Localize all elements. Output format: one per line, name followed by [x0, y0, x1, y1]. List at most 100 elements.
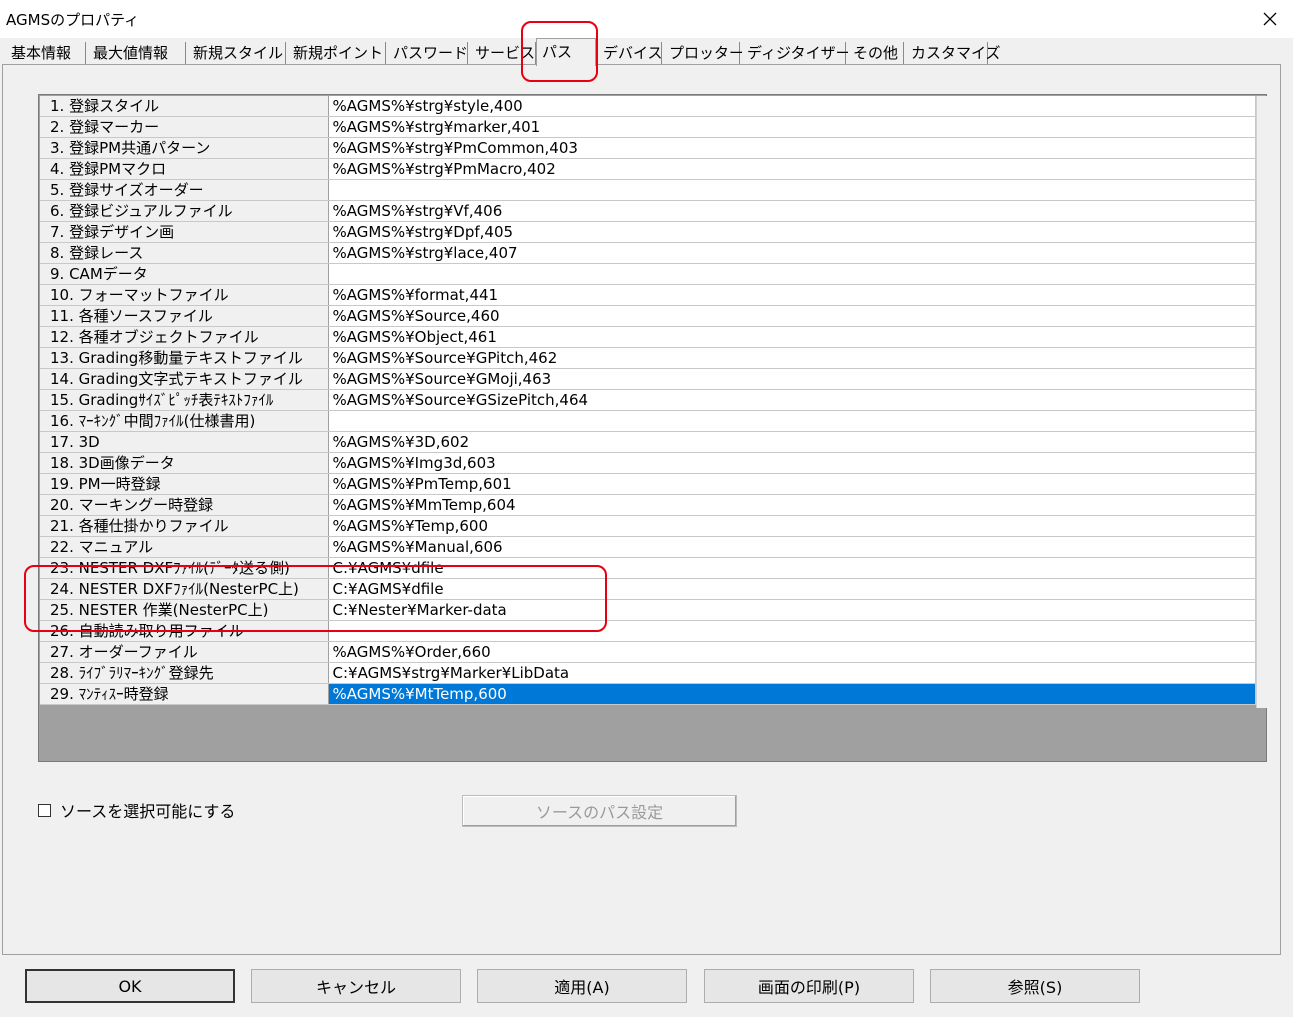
grid-row-value[interactable]: %AGMS%¥PmTemp,601: [328, 473, 1256, 495]
grid-row-value[interactable]: [328, 410, 1256, 432]
grid-row-label: 7. 登録デザイン画: [40, 221, 329, 243]
tab-strip: 基本情報 最大値情報 新規スタイル 新規ポイント パスワード サービス パス デ…: [0, 38, 1293, 66]
tab-basic-info[interactable]: 基本情報: [6, 42, 86, 64]
tab-path[interactable]: パス: [536, 38, 596, 66]
grid-row[interactable]: 17. 3D %AGMS%¥3D,602: [40, 431, 1256, 453]
grid-row-label: 5. 登録サイズオーダー: [40, 179, 329, 201]
browse-button[interactable]: 参照(S): [930, 969, 1140, 1003]
grid-row-value[interactable]: %AGMS%¥Source¥GPitch,462: [328, 347, 1256, 369]
grid-row[interactable]: 2. 登録マーカー %AGMS%¥strg¥marker,401: [40, 116, 1256, 138]
grid-row-label: 4. 登録PMマクロ: [40, 158, 329, 180]
grid-row-label: 26. 自動読み取り用ファイル: [40, 620, 329, 642]
tab-new-point[interactable]: 新規ポイント: [288, 42, 386, 64]
grid-row-selected[interactable]: 29. ﾏﾝﾃｨｽｰ時登録 %AGMS%¥MtTemp,600: [40, 683, 1256, 705]
grid-row[interactable]: 25. NESTER 作業(NesterPC上) C:¥Nester¥Marker…: [40, 599, 1256, 621]
grid-row[interactable]: 28. ﾗｲﾌﾞﾗﾘﾏｰｷﾝｸﾞ登録先 C:¥AGMS¥strg¥Marker¥L…: [40, 662, 1256, 684]
grid-row[interactable]: 10. フォーマットファイル %AGMS%¥format,441: [40, 284, 1256, 306]
grid-row-value[interactable]: %AGMS%¥Source¥GMoji,463: [328, 368, 1256, 390]
grid-row-label: 8. 登録レース: [40, 242, 329, 264]
tab-other[interactable]: その他: [848, 42, 904, 64]
grid-row-value[interactable]: C:¥AGMS¥strg¥Marker¥LibData: [328, 662, 1256, 684]
grid-row-label: 28. ﾗｲﾌﾞﾗﾘﾏｰｷﾝｸﾞ登録先: [40, 662, 329, 684]
grid-row[interactable]: 20. マーキングー時登録 %AGMS%¥MmTemp,604: [40, 494, 1256, 516]
grid-row[interactable]: 24. NESTER DXFﾌｧｲﾙ(NesterPC上) C:¥AGMS¥dfi…: [40, 578, 1256, 600]
tab-password[interactable]: パスワード: [388, 42, 468, 64]
grid-row-label: 1. 登録スタイル: [40, 96, 329, 117]
grid-row-label: 12. 各種オブジェクトファイル: [40, 326, 329, 348]
print-screen-button[interactable]: 画面の印刷(P): [704, 969, 914, 1003]
grid-row-value[interactable]: %AGMS%¥Img3d,603: [328, 452, 1256, 474]
grid-row[interactable]: 15. Gradingｻｲｽﾞﾋﾟｯﾁ表ﾃｷｽﾄﾌｧｲﾙ %AGMS%¥Sourc…: [40, 389, 1256, 411]
grid-scrollbar[interactable]: [1256, 96, 1267, 708]
grid-row[interactable]: 18. 3D画像データ %AGMS%¥Img3d,603: [40, 452, 1256, 474]
grid-row-value[interactable]: C:¥Nester¥Marker-data: [328, 599, 1256, 621]
grid-row[interactable]: 26. 自動読み取り用ファイル: [40, 620, 1256, 642]
grid-row-value[interactable]: %AGMS%¥format,441: [328, 284, 1256, 306]
grid-row[interactable]: 11. 各種ソースファイル %AGMS%¥Source,460: [40, 305, 1256, 327]
tab-customize[interactable]: カスタマイズ: [906, 42, 1001, 64]
grid-row-value[interactable]: C:¥AGMS¥dfile: [328, 578, 1256, 600]
grid-row-label: 25. NESTER 作業(NesterPC上): [40, 599, 329, 621]
grid-row-label: 16. ﾏｰｷﾝｸﾞ中間ﾌｧｲﾙ(仕様書用): [40, 410, 329, 432]
grid-row-value[interactable]: [328, 620, 1256, 642]
grid-row-value[interactable]: %AGMS%¥MmTemp,604: [328, 494, 1256, 516]
grid-row[interactable]: 6. 登録ビジュアルファイル %AGMS%¥strg¥Vf,406: [40, 200, 1256, 222]
grid-row-value[interactable]: %AGMS%¥strg¥Vf,406: [328, 200, 1256, 222]
grid-row-value[interactable]: %AGMS%¥strg¥PmCommon,403: [328, 137, 1256, 159]
grid-row[interactable]: 13. Grading移動量テキストファイル %AGMS%¥Source¥GPit…: [40, 347, 1256, 369]
tab-plotter[interactable]: プロッター: [664, 42, 744, 64]
grid-row-label: 2. 登録マーカー: [40, 116, 329, 138]
grid-row-value[interactable]: %AGMS%¥strg¥Dpf,405: [328, 221, 1256, 243]
grid-row[interactable]: 1. 登録スタイル %AGMS%¥strg¥style,400: [40, 96, 1256, 117]
grid-row-label: 17. 3D: [40, 431, 329, 453]
source-select-checkbox-row[interactable]: ソースを選択可能にする: [38, 800, 235, 821]
close-button[interactable]: [1247, 0, 1293, 38]
grid-row-label: 27. オーダーファイル: [40, 641, 329, 663]
grid-row-value[interactable]: %AGMS%¥Temp,600: [328, 515, 1256, 537]
tab-new-style[interactable]: 新規スタイル: [188, 42, 286, 64]
grid-row[interactable]: 3. 登録PM共通パターン %AGMS%¥strg¥PmCommon,403: [40, 137, 1256, 159]
grid-row[interactable]: 27. オーダーファイル %AGMS%¥Order,660: [40, 641, 1256, 663]
grid-row-label: 19. PM一時登録: [40, 473, 329, 495]
cancel-button[interactable]: キャンセル: [251, 969, 461, 1003]
grid-row-value[interactable]: %AGMS%¥strg¥lace,407: [328, 242, 1256, 264]
grid-row[interactable]: 16. ﾏｰｷﾝｸﾞ中間ﾌｧｲﾙ(仕様書用): [40, 410, 1256, 432]
grid-row-value[interactable]: [328, 179, 1256, 201]
window-title: AGMSのプロパティ: [6, 11, 140, 29]
grid-row-value[interactable]: %AGMS%¥Order,660: [328, 641, 1256, 663]
ok-button[interactable]: OK: [25, 969, 235, 1003]
grid-row[interactable]: 9. CAMデータ: [40, 263, 1256, 285]
grid-row[interactable]: 22. マニュアル %AGMS%¥Manual,606: [40, 536, 1256, 558]
grid-row-value[interactable]: %AGMS%¥Source¥GSizePitch,464: [328, 389, 1256, 411]
tab-digitizer[interactable]: ディジタイザー: [742, 42, 851, 64]
grid-row[interactable]: 8. 登録レース %AGMS%¥strg¥lace,407: [40, 242, 1256, 264]
grid-row[interactable]: 19. PM一時登録 %AGMS%¥PmTemp,601: [40, 473, 1256, 495]
tab-max-values[interactable]: 最大値情報: [88, 42, 186, 64]
grid-row[interactable]: 23. NESTER DXFﾌｧｲﾙ(ﾃﾞｰﾀ送る側) C:¥AGMS¥dfile: [40, 557, 1256, 579]
grid-row-label: 15. Gradingｻｲｽﾞﾋﾟｯﾁ表ﾃｷｽﾄﾌｧｲﾙ: [40, 389, 329, 411]
grid-row[interactable]: 7. 登録デザイン画 %AGMS%¥strg¥Dpf,405: [40, 221, 1256, 243]
grid-row-value[interactable]: %AGMS%¥3D,602: [328, 431, 1256, 453]
grid-row-value[interactable]: %AGMS%¥strg¥style,400: [328, 96, 1256, 117]
tab-service[interactable]: サービス: [470, 42, 536, 64]
grid-row-label: 11. 各種ソースファイル: [40, 305, 329, 327]
grid-row-value[interactable]: %AGMS%¥strg¥marker,401: [328, 116, 1256, 138]
grid-row-value[interactable]: %AGMS%¥strg¥PmMacro,402: [328, 158, 1256, 180]
grid-row[interactable]: 5. 登録サイズオーダー: [40, 179, 1256, 201]
grid-row-value[interactable]: C:¥AGMS¥dfile: [328, 557, 1256, 579]
grid-row-value[interactable]: %AGMS%¥MtTemp,600: [328, 683, 1256, 705]
grid-row-label: 14. Grading文字式テキストファイル: [40, 368, 329, 390]
grid-row-value[interactable]: [328, 263, 1256, 285]
tab-device[interactable]: デバイス: [598, 42, 663, 64]
grid-row-value[interactable]: %AGMS%¥Object,461: [328, 326, 1256, 348]
grid-row[interactable]: 14. Grading文字式テキストファイル %AGMS%¥Source¥GMoj…: [40, 368, 1256, 390]
source-select-checkbox[interactable]: [38, 803, 51, 817]
close-icon: [1263, 12, 1277, 26]
grid-row-value[interactable]: %AGMS%¥Manual,606: [328, 536, 1256, 558]
grid-row[interactable]: 4. 登録PMマクロ %AGMS%¥strg¥PmMacro,402: [40, 158, 1256, 180]
grid-row[interactable]: 21. 各種仕掛かりファイル %AGMS%¥Temp,600: [40, 515, 1256, 537]
grid-row[interactable]: 12. 各種オブジェクトファイル %AGMS%¥Object,461: [40, 326, 1256, 348]
apply-button[interactable]: 適用(A): [477, 969, 687, 1003]
source-path-button[interactable]: ソースのパス設定: [462, 795, 737, 827]
grid-row-value[interactable]: %AGMS%¥Source,460: [328, 305, 1256, 327]
